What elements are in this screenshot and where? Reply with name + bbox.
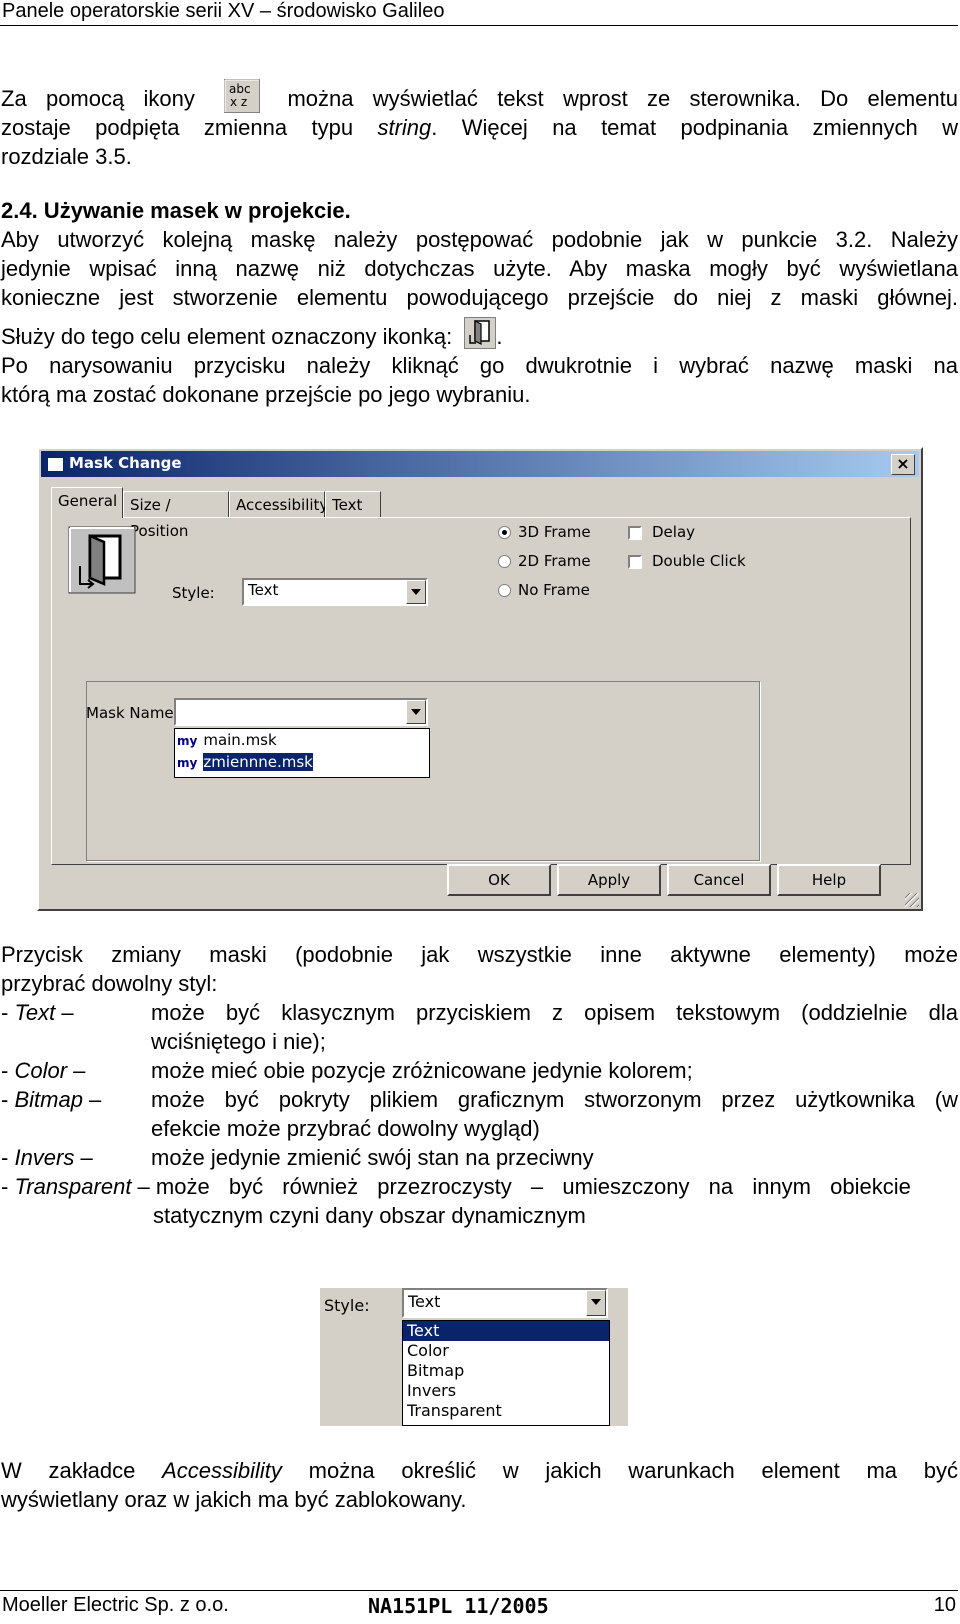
delay-label: Delay xyxy=(652,523,696,541)
help-button[interactable]: Help xyxy=(777,864,881,896)
footer-doc-id: NA151PL 11/2005 xyxy=(368,1594,549,1618)
styles-intro2: przybrać dowolny styl: xyxy=(1,971,218,996)
section-l4: Służy do tego celu element oznaczony iko… xyxy=(1,324,453,349)
cancel-button[interactable]: Cancel xyxy=(667,864,771,896)
resize-grip-icon[interactable] xyxy=(905,893,919,907)
option-text[interactable]: Text xyxy=(403,1321,609,1341)
page-header-title: Panele operatorskie serii XV – środowisk… xyxy=(2,0,445,22)
close-button[interactable]: × xyxy=(891,454,915,475)
intro-paragraph: Za pomocą ikony abc x z można wyświetlać… xyxy=(1,79,958,171)
apply-button[interactable]: Apply xyxy=(557,864,661,896)
delay-checkbox[interactable] xyxy=(628,526,642,540)
section-l4-end: . xyxy=(496,324,503,349)
ok-button[interactable]: OK xyxy=(447,864,551,896)
tab-accessibility[interactable]: Accessibility xyxy=(229,491,328,517)
p1-line3: rozdziale 3.5. xyxy=(1,144,132,170)
svg-text:x z: x z xyxy=(230,95,247,109)
header-rule xyxy=(0,25,958,26)
dialog-title: Mask Change xyxy=(69,454,182,472)
style-item-text: - Text – może być klasycznym przyciskiem… xyxy=(1,1000,958,1054)
chevron-down-icon[interactable] xyxy=(586,1290,606,1316)
style-select-value: Text xyxy=(248,581,279,599)
p1-after-icon: można wyświetlać tekst wprost ze sterown… xyxy=(287,86,958,111)
radio-2d-frame[interactable] xyxy=(498,555,511,568)
section-masks: 2.4. Używanie masek w projekcie. Aby utw… xyxy=(1,196,958,409)
p1-before-icon: Za pomocą ikony xyxy=(1,86,195,111)
radio-no-frame[interactable] xyxy=(498,584,511,597)
svg-text:abc: abc xyxy=(229,82,251,96)
style-label: Style: xyxy=(172,584,215,602)
tab-general[interactable]: General xyxy=(51,487,123,518)
list-item-zmiennne-msk[interactable]: my zmiennne.msk xyxy=(177,753,313,771)
list-item-main-msk[interactable]: my main.msk xyxy=(177,731,277,749)
window-icon xyxy=(47,457,64,472)
style-select[interactable]: Text xyxy=(242,578,428,606)
mask-file-icon: my xyxy=(177,734,198,748)
tab-text[interactable]: Text xyxy=(325,491,381,517)
double-click-label: Double Click xyxy=(652,552,746,570)
option-invers[interactable]: Invers xyxy=(407,1381,456,1401)
style-label: Style: xyxy=(324,1296,370,1315)
mask-name-list: my main.msk my zmiennne.msk xyxy=(174,728,430,778)
mask-change-preview-icon xyxy=(68,526,136,594)
p1-line2-em: string xyxy=(377,115,432,141)
style-item-color: - Color – może mieć obie pozycje zróżnic… xyxy=(1,1058,693,1083)
section-l5: Po narysowaniu przycisku należy kliknąć … xyxy=(1,353,958,378)
style-item-invers: - Invers – może jedynie zmienić swój sta… xyxy=(1,1145,594,1170)
section-l2: jedynie wpisać inną nazwę niż dotychczas… xyxy=(1,256,958,281)
tab-size-position[interactable]: Size / Position xyxy=(123,491,229,540)
mask-change-dialog: Mask Change × General Size / Position Ac… xyxy=(37,447,923,911)
style-options-list: Text Color Bitmap Invers Transparent xyxy=(402,1320,610,1426)
radio-2d-frame-label: 2D Frame xyxy=(518,552,591,570)
mask-change-icon xyxy=(464,317,497,350)
style-select-value: Text xyxy=(408,1292,441,1311)
styles-intro1: Przycisk zmiany maski (podobnie jak wszy… xyxy=(1,942,958,967)
mask-name-label: Mask Name: xyxy=(86,704,179,722)
footer-company: Moeller Electric Sp. z o.o. xyxy=(2,1594,229,1616)
general-panel: Style: Text 3D Frame 2D Frame No Frame D… xyxy=(51,517,911,865)
p1-line2a: zostaje podpięta zmienna typu xyxy=(1,115,378,141)
footer-page-number: 10 xyxy=(933,1594,956,1616)
chevron-down-icon[interactable] xyxy=(406,580,426,604)
p1-line2b: . Więcej na temat podpinania zmiennych w xyxy=(431,115,958,141)
option-transparent[interactable]: Transparent xyxy=(407,1401,502,1421)
style-item-bitmap: - Bitmap – może być pokryty plikiem graf… xyxy=(1,1087,958,1141)
section-l1: Aby utworzyć kolejną maskę należy postęp… xyxy=(1,227,958,252)
dialog-titlebar[interactable]: Mask Change × xyxy=(41,451,919,477)
style-dropdown-screenshot: Style: Text Text Color Bitmap Invers Tra… xyxy=(320,1288,628,1426)
option-color[interactable]: Color xyxy=(407,1341,449,1361)
styles-list: - Text – może być klasycznym przyciskiem… xyxy=(1,998,958,1230)
chevron-down-icon[interactable] xyxy=(406,700,426,724)
text-display-icon: abc x z xyxy=(224,79,261,114)
radio-3d-frame-label: 3D Frame xyxy=(518,523,591,541)
option-bitmap[interactable]: Bitmap xyxy=(407,1361,464,1381)
footer-rule xyxy=(0,1590,958,1591)
style-item-transparent: - Transparent – może być również przezro… xyxy=(1,1174,911,1228)
radio-3d-frame[interactable] xyxy=(498,526,511,539)
accessibility-paragraph: W zakładce Accessibility można określić … xyxy=(1,1458,958,1512)
section-l3: konieczne jest stworzenie elementu powod… xyxy=(1,285,958,310)
styles-description: Przycisk zmiany maski (podobnie jak wszy… xyxy=(1,940,958,998)
section-heading: 2.4. Używanie masek w projekcie. xyxy=(1,198,351,223)
mask-file-icon: my xyxy=(177,756,198,770)
double-click-checkbox[interactable] xyxy=(628,555,642,569)
radio-no-frame-label: No Frame xyxy=(518,581,590,599)
style-select[interactable]: Text xyxy=(402,1288,608,1318)
mask-name-select[interactable] xyxy=(174,698,428,726)
section-l6: którą ma zostać dokonane przejście po je… xyxy=(1,382,531,407)
